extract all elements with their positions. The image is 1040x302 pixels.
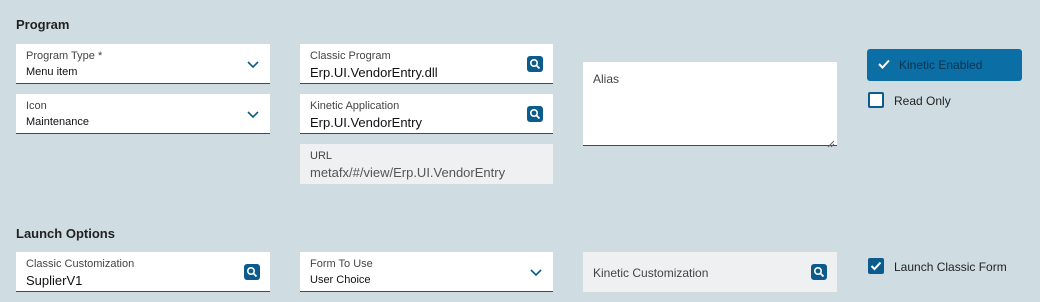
program-type-dropdown[interactable]: Program Type * Menu item <box>16 44 270 84</box>
form-to-use-dropdown[interactable]: Form To Use User Choice <box>300 252 553 292</box>
kinetic-customization-placeholder: Kinetic Customization <box>593 266 709 280</box>
program-section-title: Program <box>16 17 70 32</box>
alias-textarea[interactable]: Alias <box>583 62 837 148</box>
form-to-use-value: User Choice <box>310 274 371 286</box>
program-type-value: Menu item <box>26 66 78 78</box>
search-icon <box>811 264 827 280</box>
kinetic-application-label: Kinetic Application <box>310 100 400 112</box>
chevron-down-icon[interactable] <box>246 108 260 122</box>
program-type-label: Program Type * <box>26 50 103 62</box>
search-icon[interactable] <box>527 106 543 122</box>
check-icon <box>870 261 882 271</box>
kinetic-application-value: Erp.UI.VendorEntry <box>310 115 422 130</box>
icon-label: Icon <box>26 100 47 112</box>
resize-handle-icon[interactable] <box>827 135 835 148</box>
icon-dropdown[interactable]: Icon Maintenance <box>16 94 270 134</box>
classic-customization-value: SuplierV1 <box>26 273 83 288</box>
search-icon[interactable] <box>244 264 260 280</box>
kinetic-enabled-label: Kinetic Enabled <box>899 58 983 72</box>
kinetic-enabled-button[interactable]: Kinetic Enabled <box>867 49 1022 81</box>
url-field: URL metafx/#/view/Erp.UI.VendorEntry <box>300 144 553 184</box>
chevron-down-icon[interactable] <box>529 266 543 280</box>
search-icon[interactable] <box>527 56 543 72</box>
classic-customization-label: Classic Customization <box>26 258 135 270</box>
read-only-checkbox[interactable] <box>868 92 884 108</box>
kinetic-application-field[interactable]: Kinetic Application Erp.UI.VendorEntry <box>300 94 553 134</box>
url-value: metafx/#/view/Erp.UI.VendorEntry <box>310 165 506 180</box>
form-to-use-label: Form To Use <box>310 258 373 270</box>
classic-program-field[interactable]: Classic Program Erp.UI.VendorEntry.dll <box>300 44 553 84</box>
kinetic-customization-field: Kinetic Customization <box>583 252 837 292</box>
check-icon <box>877 57 891 71</box>
launch-options-section-title: Launch Options <box>16 226 115 241</box>
chevron-down-icon[interactable] <box>246 58 260 72</box>
icon-value: Maintenance <box>26 116 89 128</box>
classic-program-label: Classic Program <box>310 50 391 62</box>
alias-placeholder: Alias <box>593 72 620 86</box>
launch-classic-form-label: Launch Classic Form <box>894 260 1007 274</box>
launch-classic-form-checkbox[interactable] <box>868 258 884 274</box>
classic-program-value: Erp.UI.VendorEntry.dll <box>310 65 438 80</box>
classic-customization-field[interactable]: Classic Customization SuplierV1 <box>16 252 270 292</box>
url-label: URL <box>310 150 333 162</box>
read-only-label: Read Only <box>894 94 951 108</box>
